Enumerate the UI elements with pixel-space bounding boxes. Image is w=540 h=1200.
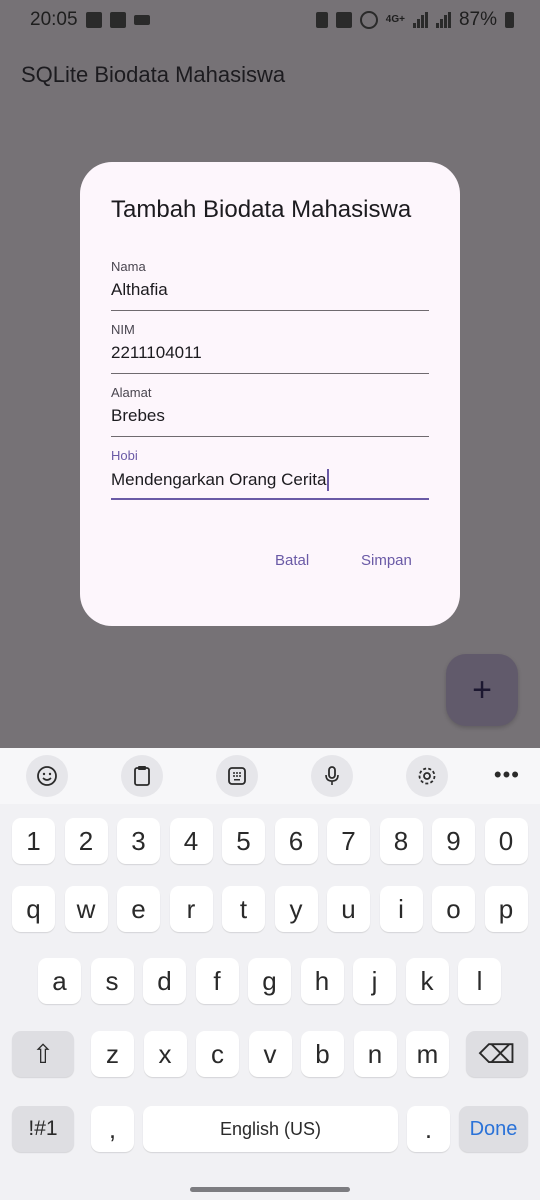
key-7[interactable]: 7: [327, 818, 370, 864]
key-f[interactable]: f: [195, 958, 239, 1004]
battery-percent: 87%: [458, 9, 497, 30]
nim-value[interactable]: 2211104011: [111, 343, 202, 363]
key-g[interactable]: g: [248, 958, 291, 1004]
mute-icon: [335, 12, 352, 28]
key-j[interactable]: j: [353, 958, 396, 1004]
key-4[interactable]: 4: [169, 818, 213, 864]
key-1[interactable]: 1: [12, 818, 55, 864]
key-6[interactable]: 6: [274, 818, 318, 864]
text-caret: [327, 469, 330, 491]
key-v[interactable]: v: [248, 1031, 292, 1077]
key-l[interactable]: l: [458, 958, 501, 1004]
nama-value[interactable]: Althafia: [111, 280, 168, 300]
hobi-value[interactable]: Mendengarkan Orang Cerita: [111, 470, 326, 490]
app-title: SQLite Biodata Mahasiswa: [21, 62, 286, 87]
hobi-value-wrap[interactable]: Mendengarkan Orang Cerita: [111, 469, 330, 491]
key-o[interactable]: o: [432, 886, 475, 932]
nama-field[interactable]: Nama Althafia: [111, 259, 429, 311]
backspace-key[interactable]: ⌫: [466, 1031, 528, 1077]
period-key[interactable]: .: [407, 1106, 450, 1152]
key-a[interactable]: a: [38, 958, 81, 1004]
key-x[interactable]: x: [143, 1031, 187, 1077]
network-type: 4G+: [385, 14, 405, 25]
soft-keyboard: ••• 1 2 3 4 5 6 7 8 9 0 q w e r t y u i o p a s d f g h j k l ⇧ z x c v b n…: [0, 748, 540, 1200]
nim-label: NIM: [111, 322, 135, 337]
keyboard-toolbar: •••: [0, 748, 540, 804]
key-m[interactable]: m: [406, 1031, 449, 1077]
dialog-title: Tambah Biodata Mahasiswa: [111, 196, 412, 223]
key-n[interactable]: n: [353, 1031, 397, 1077]
key-8[interactable]: 8: [379, 818, 423, 864]
gallery-icon: [85, 12, 102, 28]
status-right: 4G+ 87%: [315, 9, 514, 31]
key-e[interactable]: e: [117, 886, 160, 932]
key-w[interactable]: w: [64, 886, 108, 932]
key-b[interactable]: b: [301, 1031, 344, 1077]
key-3[interactable]: 3: [117, 818, 160, 864]
key-h[interactable]: h: [300, 958, 344, 1004]
key-r[interactable]: r: [169, 886, 213, 932]
hobi-field[interactable]: Hobi Mendengarkan Orang Cerita: [111, 448, 429, 500]
shift-key[interactable]: ⇧: [12, 1031, 74, 1077]
signal-2-icon: [435, 12, 451, 28]
status-bar: 20:05 4G+ 87%: [0, 0, 540, 40]
status-time: 20:05: [30, 9, 78, 30]
more-icon[interactable]: •••: [494, 762, 520, 788]
key-y[interactable]: y: [274, 886, 318, 932]
key-p[interactable]: p: [484, 886, 528, 932]
key-9[interactable]: 9: [432, 818, 475, 864]
done-key[interactable]: Done: [459, 1106, 528, 1152]
hotspot-icon: [359, 11, 378, 29]
alamat-field[interactable]: Alamat Brebes: [111, 385, 429, 437]
key-z[interactable]: z: [91, 1031, 134, 1077]
navigation-handle[interactable]: [190, 1187, 350, 1192]
lock-icon: [315, 12, 328, 28]
key-c[interactable]: c: [196, 1031, 239, 1077]
nama-label: Nama: [111, 259, 146, 274]
symbols-key[interactable]: !#1: [12, 1106, 74, 1152]
key-5[interactable]: 5: [222, 818, 265, 864]
key-d[interactable]: d: [143, 958, 186, 1004]
alamat-value[interactable]: Brebes: [111, 406, 165, 426]
add-fab-button[interactable]: +: [446, 654, 518, 726]
key-t[interactable]: t: [222, 886, 265, 932]
checkbox-icon: [109, 12, 126, 28]
mic-icon[interactable]: [311, 755, 353, 797]
settings-icon[interactable]: [406, 755, 448, 797]
add-biodata-dialog: Tambah Biodata Mahasiswa Nama Althafia N…: [80, 162, 460, 626]
cancel-button[interactable]: Batal: [275, 552, 309, 569]
keyboard-icon: [133, 15, 150, 25]
plus-icon: +: [472, 670, 492, 709]
comma-key[interactable]: ,: [91, 1106, 134, 1152]
battery-icon: [505, 12, 514, 28]
status-left: 20:05: [30, 9, 150, 31]
key-i[interactable]: i: [379, 886, 423, 932]
hobi-label: Hobi: [111, 448, 138, 463]
nim-field[interactable]: NIM 2211104011: [111, 322, 429, 374]
key-u[interactable]: u: [327, 886, 370, 932]
key-0[interactable]: 0: [484, 818, 528, 864]
clipboard-icon[interactable]: [121, 755, 163, 797]
keypad-icon[interactable]: [216, 755, 258, 797]
emoji-icon[interactable]: [26, 755, 68, 797]
signal-icon: [412, 12, 428, 28]
key-s[interactable]: s: [90, 958, 134, 1004]
key-q[interactable]: q: [12, 886, 55, 932]
key-k[interactable]: k: [405, 958, 449, 1004]
space-key[interactable]: English (US): [143, 1106, 398, 1152]
alamat-label: Alamat: [111, 385, 152, 400]
save-button[interactable]: Simpan: [361, 552, 412, 569]
key-2[interactable]: 2: [64, 818, 108, 864]
